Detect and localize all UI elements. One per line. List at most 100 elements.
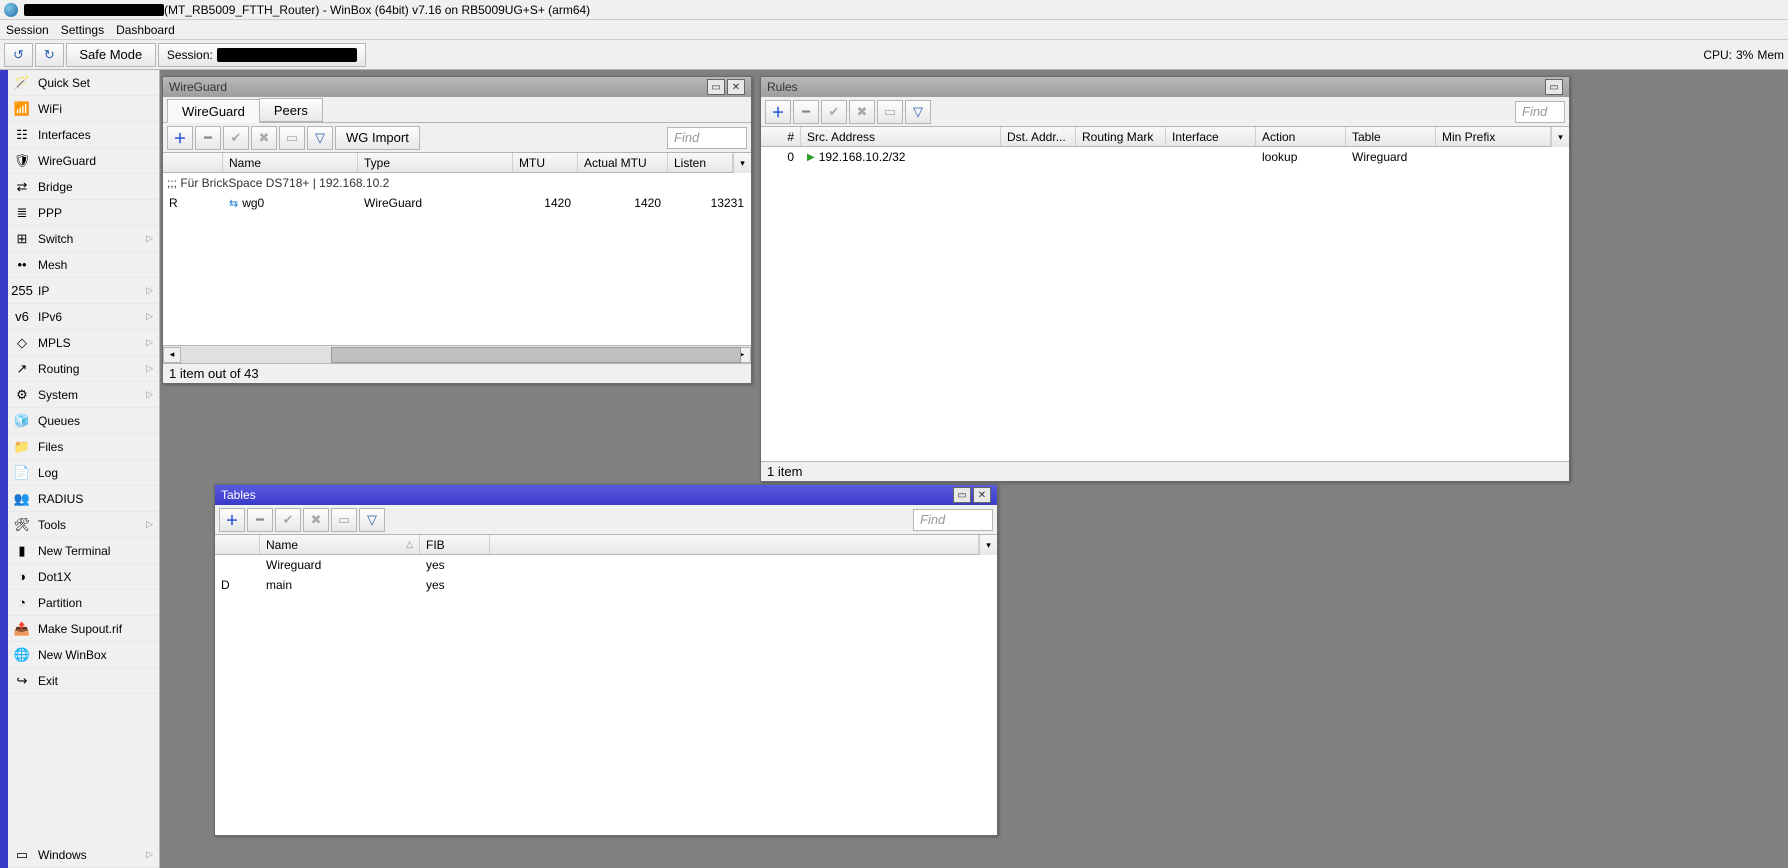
session-label: Session: xyxy=(167,48,213,62)
window-tables-title: Tables xyxy=(221,488,256,502)
menu-settings[interactable]: Settings xyxy=(61,23,104,37)
col-flag[interactable] xyxy=(163,153,223,172)
find-input[interactable]: Find xyxy=(1515,101,1565,123)
add-button[interactable]: ＋ xyxy=(219,508,245,532)
sidebar-item-icon: 🛠 xyxy=(14,517,30,533)
table-row[interactable]: Dmainyes xyxy=(215,575,997,595)
col-min[interactable]: Min Prefix xyxy=(1436,127,1551,146)
window-rules-titlebar[interactable]: Rules ▭ xyxy=(761,77,1569,97)
remove-button[interactable]: ━ xyxy=(247,508,273,532)
remove-button[interactable]: ━ xyxy=(793,100,819,124)
col-name[interactable]: Name xyxy=(223,153,358,172)
col-mark[interactable]: Routing Mark xyxy=(1076,127,1166,146)
col-action[interactable]: Action xyxy=(1256,127,1346,146)
sidebar-item-exit[interactable]: ↪Exit xyxy=(8,668,159,694)
tab-wireguard[interactable]: WireGuard xyxy=(167,99,260,123)
sidebar-item-routing[interactable]: ↗Routing▷ xyxy=(8,356,159,382)
sidebar-item-interfaces[interactable]: ☷Interfaces xyxy=(8,122,159,148)
col-src[interactable]: Src. Address xyxy=(801,127,1001,146)
comment-button[interactable]: ▭ xyxy=(279,126,305,150)
scroll-left-icon[interactable]: ◂ xyxy=(163,347,181,363)
col-mtu[interactable]: MTU xyxy=(513,153,578,172)
sidebar-item-log[interactable]: 📄Log xyxy=(8,460,159,486)
sidebar-item-make-supout-rif[interactable]: 📤Make Supout.rif xyxy=(8,616,159,642)
col-name[interactable]: Name△ xyxy=(260,535,420,554)
filter-button[interactable]: ▽ xyxy=(905,100,931,124)
col-flag[interactable] xyxy=(215,535,260,554)
sidebar-item-mpls[interactable]: ◇MPLS▷ xyxy=(8,330,159,356)
sidebar-item-queues[interactable]: 🧊Queues xyxy=(8,408,159,434)
sidebar-item-wireguard[interactable]: 🛡WireGuard xyxy=(8,148,159,174)
window-tables-titlebar[interactable]: Tables ▭ ✕ xyxy=(215,485,997,505)
close-icon[interactable]: ✕ xyxy=(973,487,991,503)
wg-import-button[interactable]: WG Import xyxy=(335,126,420,150)
sidebar-item-ipv6[interactable]: v6IPv6▷ xyxy=(8,304,159,330)
col-table[interactable]: Table xyxy=(1346,127,1436,146)
find-input[interactable]: Find xyxy=(913,509,993,531)
sidebar-item-radius[interactable]: 👥RADIUS xyxy=(8,486,159,512)
redo-button[interactable]: ↻ xyxy=(35,43,64,67)
disable-button[interactable]: ✖ xyxy=(303,508,329,532)
col-num[interactable]: # xyxy=(761,127,801,146)
safe-mode-button[interactable]: Safe Mode xyxy=(66,43,156,67)
add-button[interactable]: ＋ xyxy=(765,100,791,124)
table-row[interactable]: R ⇆wg0 WireGuard 1420 1420 13231 xyxy=(163,193,751,213)
col-type[interactable]: Type xyxy=(358,153,513,172)
sidebar-item-label: Switch xyxy=(38,232,73,246)
sidebar-item-switch[interactable]: ⊞Switch▷ xyxy=(8,226,159,252)
minimize-icon[interactable]: ▭ xyxy=(707,79,725,95)
sidebar-item-partition[interactable]: ◔Partition xyxy=(8,590,159,616)
sidebar-item-wifi[interactable]: 📶WiFi xyxy=(8,96,159,122)
col-dst[interactable]: Dst. Addr... xyxy=(1001,127,1076,146)
mem-label: Mem xyxy=(1757,48,1784,62)
sidebar-item-dot1x[interactable]: ◑Dot1X xyxy=(8,564,159,590)
col-iface[interactable]: Interface xyxy=(1166,127,1256,146)
table-row[interactable]: 0 ▶192.168.10.2/32 lookup Wireguard xyxy=(761,147,1569,167)
minimize-icon[interactable]: ▭ xyxy=(953,487,971,503)
enable-button[interactable]: ✔ xyxy=(223,126,249,150)
window-wireguard-titlebar[interactable]: WireGuard ▭ ✕ xyxy=(163,77,751,97)
disable-button[interactable]: ✖ xyxy=(849,100,875,124)
sidebar-item-files[interactable]: 📁Files xyxy=(8,434,159,460)
undo-button[interactable]: ↺ xyxy=(4,43,33,67)
enable-button[interactable]: ✔ xyxy=(821,100,847,124)
sidebar-item-tools[interactable]: 🛠Tools▷ xyxy=(8,512,159,538)
menu-dashboard[interactable]: Dashboard xyxy=(116,23,175,37)
sidebar-item-ppp[interactable]: ≣PPP xyxy=(8,200,159,226)
close-icon[interactable]: ✕ xyxy=(727,79,745,95)
table-row[interactable]: Wireguardyes xyxy=(215,555,997,575)
col-actual-mtu[interactable]: Actual MTU xyxy=(578,153,668,172)
sidebar-item-label: Make Supout.rif xyxy=(38,622,122,636)
sidebar-item-new-winbox[interactable]: 🌐New WinBox xyxy=(8,642,159,668)
filter-button[interactable]: ▽ xyxy=(359,508,385,532)
col-listen[interactable]: Listen xyxy=(668,153,733,172)
rules-toolbar: ＋ ━ ✔ ✖ ▭ ▽ Find xyxy=(761,97,1569,127)
sidebar-item-ip[interactable]: 255IP▷ xyxy=(8,278,159,304)
scroll-thumb[interactable] xyxy=(331,347,741,363)
remove-button[interactable]: ━ xyxy=(195,126,221,150)
column-selector-icon[interactable]: ▾ xyxy=(733,153,751,173)
sidebar-item-system[interactable]: ⚙System▷ xyxy=(8,382,159,408)
add-button[interactable]: ＋ xyxy=(167,126,193,150)
comment-button[interactable]: ▭ xyxy=(877,100,903,124)
tab-peers[interactable]: Peers xyxy=(259,98,323,122)
sidebar-item-quick-set[interactable]: 🪄Quick Set xyxy=(8,70,159,96)
column-selector-icon[interactable]: ▾ xyxy=(979,535,997,555)
column-selector-icon[interactable]: ▾ xyxy=(1551,127,1569,147)
find-input[interactable]: Find xyxy=(667,127,747,149)
enable-button[interactable]: ✔ xyxy=(275,508,301,532)
minimize-icon[interactable]: ▭ xyxy=(1545,79,1563,95)
sidebar-item-mesh[interactable]: ••Mesh xyxy=(8,252,159,278)
menu-session[interactable]: Session xyxy=(6,23,49,37)
col-fib[interactable]: FIB xyxy=(420,535,490,554)
disable-button[interactable]: ✖ xyxy=(251,126,277,150)
tables-table-body: WireguardyesDmainyes xyxy=(215,555,997,835)
sidebar-item-new-terminal[interactable]: ▮New Terminal xyxy=(8,538,159,564)
comment-button[interactable]: ▭ xyxy=(331,508,357,532)
sidebar-item-bridge[interactable]: ⇄Bridge xyxy=(8,174,159,200)
sidebar-item-windows[interactable]: ▭Windows▷ xyxy=(8,842,159,868)
filter-button[interactable]: ▽ xyxy=(307,126,333,150)
sidebar-item-label: Windows xyxy=(38,848,87,862)
hscrollbar[interactable]: ◂ ▸ xyxy=(163,345,751,363)
session-display: Session: xyxy=(158,43,366,67)
